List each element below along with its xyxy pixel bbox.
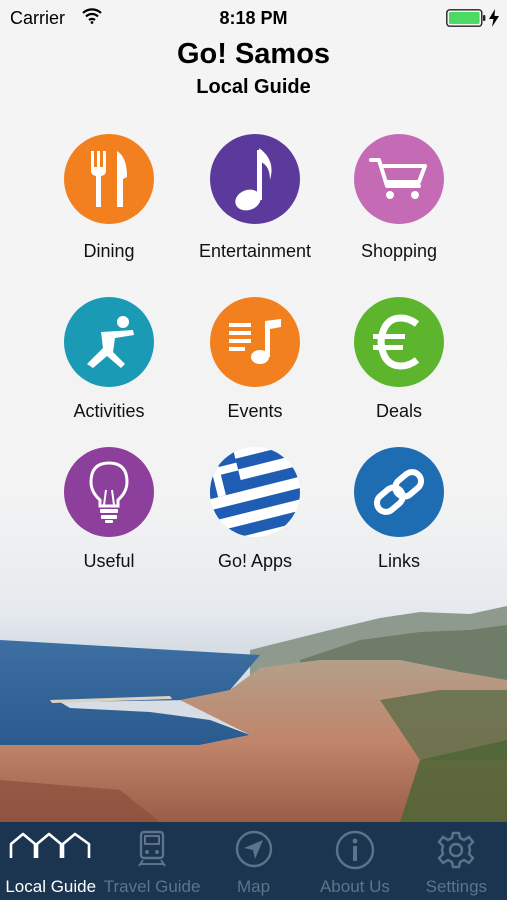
tab-map[interactable]: Map: [203, 822, 304, 900]
tile-label: Links: [377, 551, 421, 571]
charging-bolt-icon: [489, 9, 499, 27]
tab-local-guide[interactable]: Local Guide: [0, 822, 101, 900]
music-note-icon: [210, 134, 300, 224]
tile-links[interactable]: Links: [324, 447, 474, 587]
tab-label: Map: [236, 877, 271, 896]
tab-bar: Local Guide Travel Guide Map About Us Se…: [0, 822, 507, 900]
app-title: Go! Samos: [176, 38, 331, 70]
tile-shopping[interactable]: Shopping: [324, 134, 474, 274]
info-icon: [335, 830, 375, 870]
tile-entertainment[interactable]: Entertainment: [180, 134, 330, 274]
tile-dining[interactable]: Dining: [34, 134, 184, 274]
event-music-list-icon: [210, 297, 300, 387]
tile-go-apps[interactable]: Go! Apps: [180, 447, 330, 587]
navigation-arrow-icon: [235, 830, 272, 868]
status-bar: Carrier 8:18 PM: [0, 0, 507, 36]
greek-flag-icon: [210, 447, 300, 537]
battery-icon: [446, 9, 486, 27]
tile-deals[interactable]: Deals: [324, 297, 474, 437]
shopping-cart-icon: [354, 134, 444, 224]
clock: 8:18 PM: [219, 8, 288, 28]
tab-settings[interactable]: Settings: [406, 822, 507, 900]
app-subtitle: Local Guide: [196, 76, 311, 98]
stretching-person-icon: [64, 297, 154, 387]
chain-link-icon: [354, 447, 444, 537]
tab-about-us[interactable]: About Us: [304, 822, 405, 900]
tile-label: Deals: [375, 401, 423, 421]
tile-label: Shopping: [360, 241, 438, 261]
train-icon: [138, 830, 166, 867]
tile-label: Useful: [83, 551, 135, 571]
tab-label: Settings: [425, 877, 488, 896]
tile-label: Activities: [73, 401, 145, 421]
lightbulb-icon: [64, 447, 154, 537]
tile-useful[interactable]: Useful: [34, 447, 184, 587]
houses-icon: [9, 832, 91, 858]
fork-knife-icon: [64, 134, 154, 224]
tab-label: About Us: [319, 877, 390, 896]
tile-events[interactable]: Events: [180, 297, 330, 437]
tab-label: Travel Guide: [103, 877, 201, 896]
tile-label: Dining: [83, 241, 135, 261]
tile-activities[interactable]: Activities: [34, 297, 184, 437]
tab-travel-guide[interactable]: Travel Guide: [101, 822, 202, 900]
tab-label: Local Guide: [5, 877, 97, 896]
gear-icon: [437, 831, 475, 869]
euro-icon: [354, 297, 444, 387]
